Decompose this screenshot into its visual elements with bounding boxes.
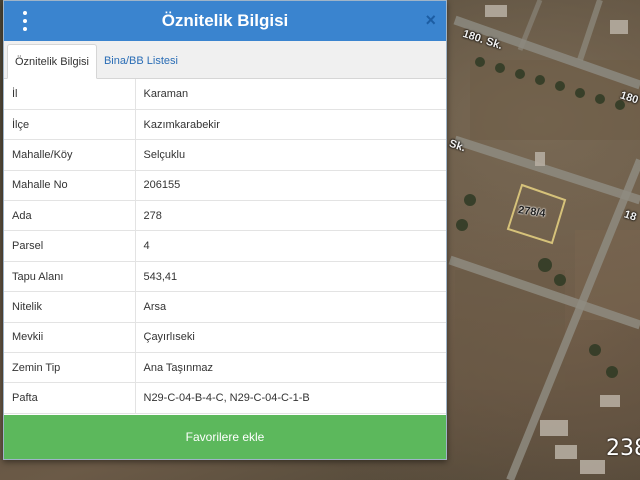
attribute-value: Çayırlıseki <box>135 322 446 354</box>
attribute-value: 206155 <box>135 170 446 202</box>
attribute-key: Mevkii <box>4 322 136 354</box>
scale-text: 238 <box>606 436 640 461</box>
table-row: Mahalle No 206155 <box>4 170 446 202</box>
tab-attribute-info[interactable]: Öznitelik Bilgisi <box>7 44 97 79</box>
attribute-value: Kazımkarabekir <box>135 109 446 141</box>
attribute-value: Arsa <box>135 291 446 323</box>
road <box>453 135 640 205</box>
table-row: Parsel 4 <box>4 230 446 262</box>
attribute-table: İl Karaman İlçe Kazımkarabekir Mahalle/Köy… <box>4 79 446 414</box>
add-to-favorites-button[interactable]: Favorilere ekle <box>4 415 446 459</box>
attribute-key: Mahalle/Köy <box>4 139 136 171</box>
table-row: Mevkii Çayırlıseki <box>4 322 446 354</box>
attribute-key: Nitelik <box>4 291 136 323</box>
table-row: İlçe Kazımkarabekir <box>4 109 446 141</box>
vertical-dots-icon[interactable] <box>20 11 30 31</box>
close-icon[interactable]: × <box>425 9 436 31</box>
field-patch <box>455 270 565 390</box>
table-row: Ada 278 <box>4 200 446 232</box>
attribute-key: İlçe <box>4 109 136 141</box>
table-row: Pafta N29-C-04-B-4-C, N29-C-04-C-1-B <box>4 382 446 414</box>
table-row: İl Karaman <box>4 79 446 110</box>
panel-header: Öznitelik Bilgisi × <box>4 1 446 41</box>
attribute-value: Karaman <box>135 79 446 110</box>
panel-tabs: Öznitelik Bilgisi Bina/BB Listesi <box>4 41 446 79</box>
table-row: Zemin Tip Ana Taşınmaz <box>4 352 446 384</box>
attribute-value: 278 <box>135 200 446 232</box>
attribute-key: Parsel <box>4 230 136 262</box>
tab-building-list[interactable]: Bina/BB Listesi <box>97 44 185 79</box>
attribute-key: Tapu Alanı <box>4 261 136 293</box>
attribute-value: N29-C-04-B-4-C, N29-C-04-C-1-B <box>135 382 446 414</box>
attribute-value: 543,41 <box>135 261 446 293</box>
table-row: Tapu Alanı 543,41 <box>4 261 446 293</box>
road <box>577 0 603 61</box>
table-row: Mahalle/Köy Selçuklu <box>4 139 446 171</box>
attribute-panel: Öznitelik Bilgisi × Öznitelik Bilgisi Bi… <box>3 0 447 460</box>
attribute-key: Ada <box>4 200 136 232</box>
panel-title: Öznitelik Bilgisi <box>161 11 289 30</box>
attribute-key: Pafta <box>4 382 136 414</box>
attribute-key: İl <box>4 79 136 110</box>
attribute-value: Ana Taşınmaz <box>135 352 446 384</box>
attribute-value: 4 <box>135 230 446 262</box>
attribute-key: Mahalle No <box>4 170 136 202</box>
attribute-value: Selçuklu <box>135 139 446 171</box>
table-row: Nitelik Arsa <box>4 291 446 323</box>
attribute-key: Zemin Tip <box>4 352 136 384</box>
